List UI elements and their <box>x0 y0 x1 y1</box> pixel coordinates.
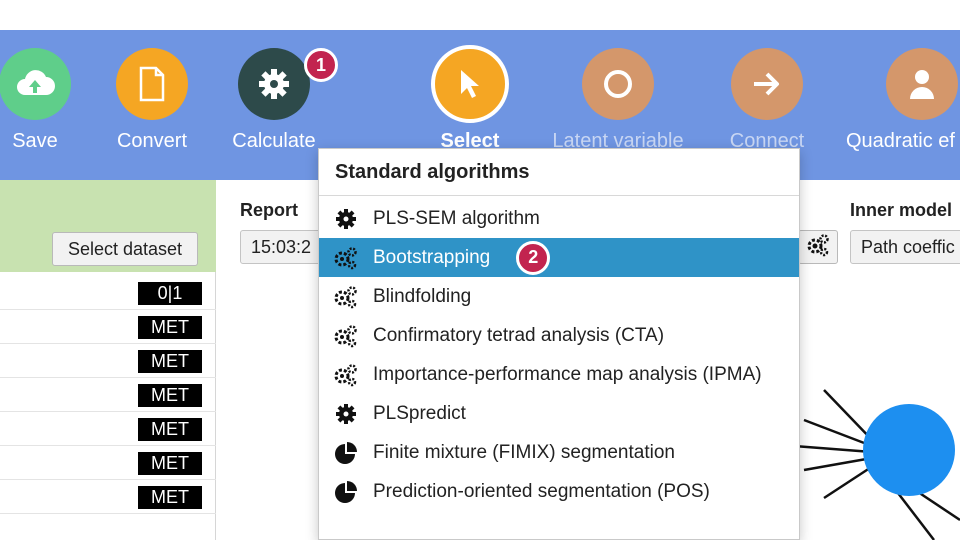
cursor-icon <box>431 45 509 123</box>
indicator-row[interactable]: MET <box>0 412 216 446</box>
menu-title: Standard algorithms <box>335 161 530 183</box>
scale-tag: MET <box>138 316 202 339</box>
menu-item-label: Importance-performance map analysis (IPM… <box>373 363 762 385</box>
indicator-row[interactable]: MET <box>0 378 216 412</box>
indicator-row[interactable]: MET <box>0 344 216 378</box>
quadratic-effect-label: Quadratic ef <box>846 130 955 152</box>
convert-button[interactable]: Convert <box>82 30 222 180</box>
menu-item-ipma[interactable]: Importance-performance map analysis (IPM… <box>319 355 799 394</box>
standard-algorithms-menu: Standard algorithms PLS-SEM algorithm Bo… <box>318 148 800 540</box>
menu-item-label: Confirmatory tetrad analysis (CTA) <box>373 324 665 346</box>
menu-item-fimix[interactable]: Finite mixture (FIMIX) segmentation <box>319 433 799 472</box>
gears-icon <box>319 246 373 270</box>
pie-chart-icon <box>319 480 373 504</box>
circle-icon <box>582 48 654 120</box>
gear-icon <box>319 208 373 230</box>
settings-gears-button[interactable] <box>798 230 838 264</box>
step-badge-1: 1 <box>304 48 338 82</box>
indicators-panel: Select dataset 0|1 MET MET MET MET MET M… <box>0 180 216 540</box>
document-icon <box>116 48 188 120</box>
person-icon <box>886 48 958 120</box>
menu-item-blindfolding[interactable]: Blindfolding <box>319 277 799 316</box>
menu-item-pos[interactable]: Prediction-oriented segmentation (POS) <box>319 472 799 511</box>
inner-model-label: Inner model <box>850 200 953 220</box>
gears-icon <box>319 363 373 387</box>
indicator-row[interactable]: MET <box>0 446 216 480</box>
report-label: Report <box>240 200 298 220</box>
menu-item-label: Blindfolding <box>373 285 472 307</box>
cloud-upload-icon <box>0 48 71 120</box>
menu-item-label: PLS-SEM algorithm <box>373 207 540 229</box>
menu-item-plspredict[interactable]: PLSpredict <box>319 394 799 433</box>
menu-divider <box>319 195 799 196</box>
quadratic-effect-button[interactable]: Quadratic ef <box>846 30 960 180</box>
scale-tag: MET <box>138 486 202 509</box>
indicator-row[interactable]: MET <box>0 480 216 514</box>
scale-tag: MET <box>138 350 202 373</box>
indicator-row[interactable]: 0|1 <box>0 276 216 310</box>
gear-icon <box>238 48 310 120</box>
scale-tag: MET <box>138 418 202 441</box>
gear-icon <box>319 403 373 425</box>
gears-icon <box>806 233 830 262</box>
pie-chart-icon <box>319 441 373 465</box>
step-badge-2: 2 <box>516 240 551 275</box>
menu-item-label: Bootstrapping <box>373 246 491 268</box>
gears-icon <box>319 285 373 309</box>
scale-tag: MET <box>138 384 202 407</box>
menu-item-label: PLSpredict <box>373 402 466 424</box>
inner-model-select[interactable]: Path coeffic <box>850 230 960 264</box>
menu-item-bootstrapping[interactable]: Bootstrapping 2 <box>319 238 799 277</box>
path-model-canvas <box>793 389 960 540</box>
gears-icon <box>319 324 373 348</box>
menu-item-cta[interactable]: Confirmatory tetrad analysis (CTA) <box>319 316 799 355</box>
arrow-right-icon <box>731 48 803 120</box>
indicator-row[interactable]: MET <box>0 310 216 344</box>
scale-tag: 0|1 <box>138 282 202 305</box>
menu-item-pls-sem[interactable]: PLS-SEM algorithm <box>319 199 799 238</box>
dataset-header: Select dataset <box>0 180 216 272</box>
scale-tag: MET <box>138 452 202 475</box>
latent-variable-node[interactable] <box>863 404 955 496</box>
menu-item-label: Prediction-oriented segmentation (POS) <box>373 480 710 502</box>
select-dataset-button[interactable]: Select dataset <box>52 232 198 266</box>
menu-item-label: Finite mixture (FIMIX) segmentation <box>373 441 675 463</box>
